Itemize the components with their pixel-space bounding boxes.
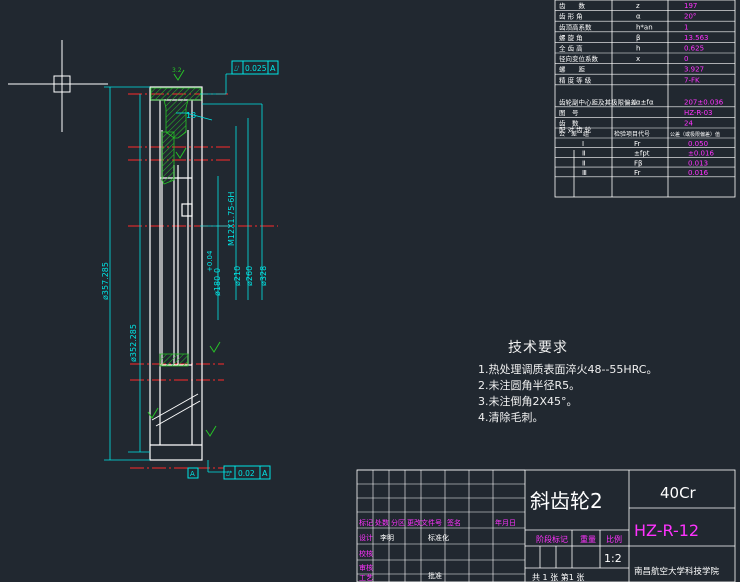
tol-value: 0.050 xyxy=(688,140,708,148)
tol-header-group: 公 差 组 xyxy=(559,130,589,138)
roughness-top-value: 3.2 xyxy=(172,67,182,74)
param-symbol: h xyxy=(636,45,640,53)
dim-13: 13 xyxy=(186,111,196,120)
datum-label: A xyxy=(190,470,195,478)
param-value: 197 xyxy=(684,2,697,10)
roughness-symbol-2 xyxy=(209,341,221,353)
sheet-text: 共 1 张 第1 张 xyxy=(532,572,584,582)
tol-code: Fr xyxy=(634,169,641,177)
tech-req-title: 技术要求 xyxy=(508,340,568,356)
tolerance-top-symbol: ⌰ xyxy=(234,64,240,73)
param-name: 齿 形 角 xyxy=(559,12,583,21)
approve-label: 批准 xyxy=(428,571,442,580)
dim-180: ø180-0 xyxy=(213,268,222,296)
param-value: 1 xyxy=(684,23,688,31)
designer-name: 李明 xyxy=(380,533,394,542)
title-block-row-label: 设计 xyxy=(359,533,373,542)
title-block-row-label: 审核 xyxy=(359,563,373,572)
title-block-column-label: 分区 xyxy=(391,518,405,527)
dim-357: ø357.285 xyxy=(101,262,110,300)
school-name: 南昌航空大学科技学院 xyxy=(634,566,720,577)
scale-value: 1:2 xyxy=(604,552,622,565)
tol-group: Ⅰ xyxy=(582,140,584,148)
tol-value: 0.013 xyxy=(688,159,708,167)
param-name: 全 齿 高 xyxy=(559,44,583,53)
param-value: 207±0.036 xyxy=(684,98,724,106)
tol-group: Ⅱ xyxy=(582,159,585,167)
param-symbol: α±fα xyxy=(636,98,654,106)
dim-210: ø210 xyxy=(233,266,242,286)
param-name: 齿顶高系数 xyxy=(559,22,592,31)
tolerance-bottom-symbol: ⌰ xyxy=(226,469,232,478)
param-symbol: h*an xyxy=(636,23,653,31)
param-value: 24 xyxy=(684,120,693,128)
tolerance-bottom-value: 0.02 xyxy=(238,469,255,478)
param-symbol: z xyxy=(636,2,640,10)
tol-value: ±0.016 xyxy=(688,150,714,158)
weight-label: 重量 xyxy=(580,534,596,544)
tolerance-bottom-datum: A xyxy=(262,469,268,478)
dim-328: ø328 xyxy=(259,266,268,286)
hatch-regions xyxy=(150,87,202,367)
tolerance-top-value: 0.025 xyxy=(245,64,267,73)
tol-code: Fr xyxy=(634,140,641,148)
title-block-column-label: 年月日 xyxy=(495,518,516,527)
tol-value: 0.016 xyxy=(688,169,709,177)
param-symbol: x xyxy=(636,55,640,63)
title-block-column-label: 处数 xyxy=(375,518,389,527)
param-value: 7-FK xyxy=(684,76,700,84)
drawing-number: HZ-R-12 xyxy=(634,521,699,540)
material: 40Cr xyxy=(660,484,697,502)
param-rows: 齿 数 z 197 齿 形 角 α 20° 齿顶高系数 h*an 1 螺 旋 角 β 13.563 全 … xyxy=(555,1,735,177)
roughness-symbol-3 xyxy=(205,425,217,437)
tol-code: Fβ xyxy=(634,159,643,167)
title-block-column-label: 标记 xyxy=(359,518,373,527)
tol-group: Ⅱ xyxy=(582,150,585,158)
gear-section-view: ⌰ 0.025 A ⌰ 0.02 A A 13 ø357.285 ø352.28… xyxy=(101,60,279,480)
parameter-table: 齿 数 z 197 齿 形 角 α 20° 齿顶高系数 h*an 1 螺 旋 角 β 13.563 全 … xyxy=(554,0,736,198)
scale-label: 比例 xyxy=(606,534,622,544)
stage-label: 阶段标记 xyxy=(536,534,568,544)
param-value: 3.927 xyxy=(684,66,704,74)
helix-lines xyxy=(151,393,201,427)
tech-req-item-1: 1.热处理调质表面淬火48--55HRC。 xyxy=(478,363,658,376)
param-value: 0.625 xyxy=(684,45,704,53)
title-block-column-label: 更改文件号 xyxy=(407,518,442,527)
technical-requirements: 技术要求 1.热处理调质表面淬火48--55HRC。 2.未注圆角半径R5。 3… xyxy=(478,340,657,426)
param-name: 精 度 等 级 xyxy=(559,75,592,84)
param-value: 20° xyxy=(684,13,696,21)
std-label: 标准化 xyxy=(428,533,449,542)
crosshair-cursor xyxy=(8,40,108,132)
dim-260: ø260 xyxy=(245,266,254,286)
param-value: 13.563 xyxy=(684,34,709,42)
tol-header-value: 公差（或极限偏差）值 xyxy=(670,131,720,138)
param-symbol: α xyxy=(636,13,641,21)
title-block-row-label: 校核 xyxy=(359,549,373,558)
param-name: 螺 旋 角 xyxy=(559,33,583,42)
tech-req-item-4: 4.清除毛刺。 xyxy=(478,411,544,424)
tol-group: Ⅲ xyxy=(582,169,587,177)
param-value: HZ-R-03 xyxy=(684,109,712,117)
param-name: 径向变位系数 xyxy=(559,54,599,63)
tech-req-item-2: 2.未注圆角半径R5。 xyxy=(478,379,581,392)
param-name: 齿 数 xyxy=(559,1,586,10)
param-name: 齿轮副中心距及其极限偏差 xyxy=(559,97,638,106)
param-symbol: β xyxy=(636,34,640,42)
cad-drawing: ⌰ 0.025 A ⌰ 0.02 A A 13 ø357.285 ø352.28… xyxy=(8,0,736,582)
tech-req-item-3: 3.未注倒角2X45°。 xyxy=(478,395,578,408)
title-block: 斜齿轮2 40Cr HZ-R-12 南昌航空大学科技学院 阶段标记 重量 比例 … xyxy=(356,469,736,582)
tol-header-code: 检验项目代号 xyxy=(614,130,650,138)
dim-thread: M12X1.75-6H xyxy=(227,192,236,246)
part-name: 斜齿轮2 xyxy=(530,489,603,513)
param-name: 螺 距 xyxy=(559,65,586,74)
param-value: 0 xyxy=(684,55,688,63)
tolerance-top-datum: A xyxy=(270,64,276,73)
dim-352: ø352.285 xyxy=(129,324,138,362)
roughness-symbol-1 xyxy=(175,147,187,159)
title-block-row-label: 工艺 xyxy=(359,574,373,582)
tol-code: ±fpt xyxy=(634,150,650,158)
param-name: 图 号 xyxy=(559,109,579,117)
title-block-column-label: 签名 xyxy=(447,518,461,527)
